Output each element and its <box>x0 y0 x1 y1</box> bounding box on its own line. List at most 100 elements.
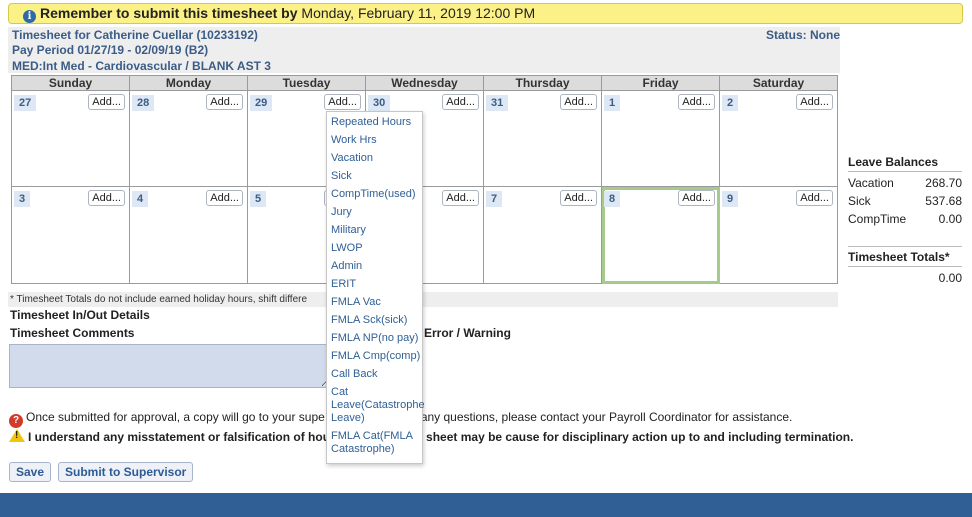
timesheet-totals-panel: Timesheet Totals* 0.00 <box>848 246 962 285</box>
menu-item-fmla-sick[interactable]: FMLA Sck(sick) <box>327 312 422 330</box>
add-entry-button[interactable]: Add... <box>796 94 833 110</box>
save-button[interactable]: Save <box>9 462 52 482</box>
add-entry-dropdown-menu: Repeated Hours Work Hrs Vacation Sick Co… <box>326 111 425 464</box>
day-number: 27 <box>14 95 37 111</box>
timesheet-totals-title: Timesheet Totals* <box>848 246 962 267</box>
calendar-day-cell[interactable]: 31 Add... <box>483 90 602 187</box>
day-number: 8 <box>604 191 621 207</box>
warning-icon <box>9 429 25 442</box>
calendar-day-cell[interactable]: 3 Add... <box>11 186 130 284</box>
menu-item-fmla-comp[interactable]: FMLA Cmp(comp) <box>327 348 422 366</box>
totals-footnote: * Timesheet Totals do not include earned… <box>8 292 838 307</box>
day-header-saturday: Saturday <box>719 75 838 91</box>
menu-item-jury[interactable]: Jury <box>327 204 422 222</box>
add-entry-button[interactable]: Add... <box>88 94 125 110</box>
menu-item-fmla-cat[interactable]: FMLA Cat(FMLA Catastrophe) <box>327 428 422 459</box>
error-warning-heading: Error / Warning <box>424 326 511 340</box>
day-header-sunday: Sunday <box>11 75 130 91</box>
add-entry-button[interactable]: Add... <box>560 190 597 206</box>
add-entry-button[interactable]: Add... <box>324 94 361 110</box>
day-number: 29 <box>250 95 273 111</box>
day-number: 7 <box>486 191 503 207</box>
warning-text-b: sheet may be cause for disciplinary acti… <box>426 430 854 444</box>
day-number: 28 <box>132 95 155 111</box>
timesheet-totals-value: 0.00 <box>938 271 962 285</box>
menu-item-military[interactable]: Military <box>327 222 422 240</box>
leave-type: CompTime <box>848 212 907 226</box>
pay-period: Pay Period 01/27/19 - 02/09/19 (B2) <box>12 43 209 57</box>
leave-balances-title: Leave Balances <box>848 155 962 172</box>
leave-balance-row: Sick 537.68 <box>848 194 962 208</box>
day-header-thursday: Thursday <box>483 75 602 91</box>
timesheet-calendar: Sunday Monday Tuesday Wednesday Thursday… <box>11 75 838 284</box>
day-number: 31 <box>486 95 509 111</box>
leave-balance-row: Vacation 268.70 <box>848 176 962 190</box>
add-entry-button[interactable]: Add... <box>796 190 833 206</box>
menu-item-repeated-hours[interactable]: Repeated Hours <box>327 114 422 132</box>
totals-footnote-text: * Timesheet Totals do not include earned… <box>10 294 308 305</box>
menu-item-fmla-vac[interactable]: FMLA Vac <box>327 294 422 312</box>
day-number: 30 <box>368 95 391 111</box>
calendar-day-cell[interactable]: 1 Add... <box>601 90 720 187</box>
add-entry-button[interactable]: Add... <box>678 94 715 110</box>
submit-info-text-a: Once submitted for approval, a copy will… <box>26 410 325 424</box>
falsification-warning: I understand any misstatement or falsifi… <box>9 429 853 444</box>
add-entry-button[interactable]: Add... <box>88 190 125 206</box>
add-entry-button[interactable]: Add... <box>678 190 715 206</box>
calendar-day-cell[interactable]: 4 Add... <box>129 186 248 284</box>
leave-value: 0.00 <box>938 212 962 226</box>
leave-balances-panel: Leave Balances Vacation 268.70 Sick 537.68… <box>848 155 962 226</box>
day-number: 3 <box>14 191 31 207</box>
timesheet-header: Timesheet for Catherine Cuellar (1023319… <box>8 27 840 73</box>
day-header-tuesday: Tuesday <box>247 75 366 91</box>
submit-reminder-banner: i Remember to submit this timesheet by Mo… <box>8 3 963 24</box>
menu-item-sick[interactable]: Sick <box>327 168 422 186</box>
add-entry-button[interactable]: Add... <box>442 190 479 206</box>
timesheet-status: Status: None <box>765 28 840 42</box>
add-entry-button[interactable]: Add... <box>442 94 479 110</box>
help-icon: ? <box>9 414 23 428</box>
submit-to-supervisor-button[interactable]: Submit to Supervisor <box>58 462 194 482</box>
menu-item-vacation[interactable]: Vacation <box>327 150 422 168</box>
menu-item-admin[interactable]: Admin <box>327 258 422 276</box>
add-entry-button[interactable]: Add... <box>560 94 597 110</box>
submit-info-text-b: any questions, please contact your Payro… <box>420 410 793 424</box>
menu-item-call-back[interactable]: Call Back <box>327 366 422 384</box>
day-header-friday: Friday <box>601 75 720 91</box>
menu-item-lwop[interactable]: LWOP <box>327 240 422 258</box>
menu-item-fmla-no-pay[interactable]: FMLA NP(no pay) <box>327 330 422 348</box>
calendar-day-cell[interactable]: 27 Add... <box>11 90 130 187</box>
warning-text-a: I understand any misstatement or falsifi… <box>28 430 331 444</box>
department: MED:Int Med - Cardiovascular / BLANK AST… <box>12 59 271 73</box>
add-entry-button[interactable]: Add... <box>206 94 243 110</box>
day-number: 2 <box>722 95 739 111</box>
calendar-day-cell[interactable]: 28 Add... <box>129 90 248 187</box>
calendar-day-cell[interactable]: 2 Add... <box>719 90 838 187</box>
day-header-wednesday: Wednesday <box>365 75 484 91</box>
reminder-label: Remember to submit this timesheet by <box>40 5 298 21</box>
leave-value: 268.70 <box>925 176 962 190</box>
info-icon: i <box>23 10 36 23</box>
timesheet-owner: Timesheet for Catherine Cuellar (1023319… <box>12 28 258 42</box>
add-entry-button[interactable]: Add... <box>206 190 243 206</box>
comments-textarea[interactable] <box>9 344 331 388</box>
leave-type: Sick <box>848 194 871 208</box>
day-number: 9 <box>722 191 739 207</box>
reminder-deadline: Monday, February 11, 2019 12:00 PM <box>301 5 536 21</box>
inout-details-heading[interactable]: Timesheet In/Out Details <box>10 308 150 322</box>
menu-item-work-hrs[interactable]: Work Hrs <box>327 132 422 150</box>
calendar-day-cell[interactable]: 9 Add... <box>719 186 838 284</box>
leave-value: 537.68 <box>925 194 962 208</box>
day-number: 4 <box>132 191 149 207</box>
day-number: 1 <box>604 95 621 111</box>
comments-heading: Timesheet Comments <box>10 326 135 340</box>
page-footer <box>0 493 972 517</box>
day-number: 5 <box>250 191 267 207</box>
day-header-monday: Monday <box>129 75 248 91</box>
calendar-day-cell[interactable]: 7 Add... <box>483 186 602 284</box>
menu-item-erit[interactable]: ERIT <box>327 276 422 294</box>
leave-balance-row: CompTime 0.00 <box>848 212 962 226</box>
menu-item-comptime-used[interactable]: CompTime(used) <box>327 186 422 204</box>
calendar-day-cell-selected[interactable]: 8 Add... <box>601 186 720 284</box>
menu-item-cat-leave[interactable]: Cat Leave(Catastrophe Leave) <box>327 384 425 428</box>
